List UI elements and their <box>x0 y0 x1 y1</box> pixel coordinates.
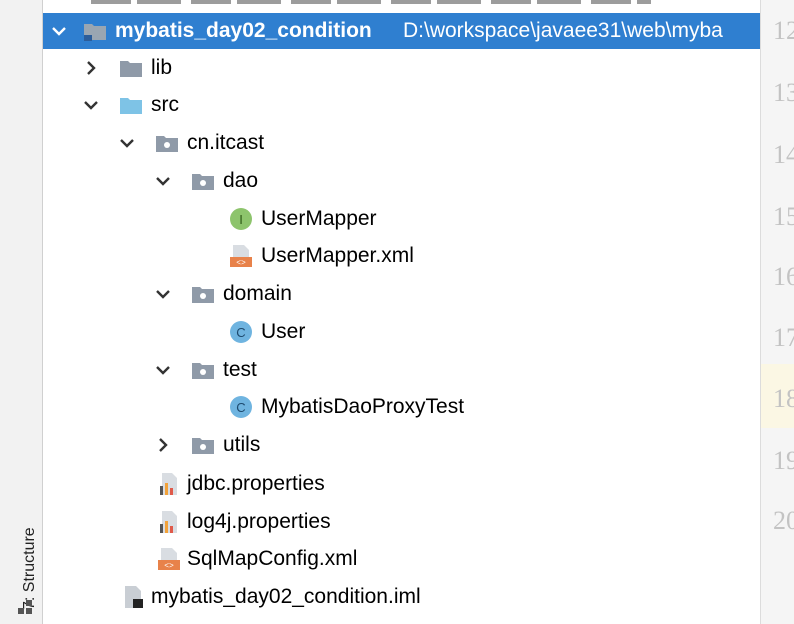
tree-row-domain[interactable]: domain <box>43 276 760 312</box>
project-folder-icon <box>84 24 106 41</box>
line-number: 16 <box>773 262 794 291</box>
tree-label-package: cn.itcast <box>187 131 265 154</box>
package-icon <box>192 174 214 190</box>
tree-label-user-mapper-xml: UserMapper.xml <box>261 244 414 267</box>
package-icon <box>192 363 214 379</box>
structure-icon[interactable] <box>18 600 32 614</box>
line-number: 17 <box>773 323 794 352</box>
module-file-icon <box>125 586 143 608</box>
svg-text:<>: <> <box>164 562 174 571</box>
interface-icon: I <box>230 208 252 230</box>
class-icon: C <box>230 321 252 343</box>
properties-file-icon <box>160 511 177 533</box>
project-tree: mybatis_day02_condition D:\workspace\jav… <box>43 0 760 624</box>
tree-row-user-mapper[interactable]: I UserMapper <box>43 201 760 237</box>
tree-row-dao[interactable]: dao <box>43 163 760 199</box>
tree-row-package-root[interactable]: cn.itcast <box>43 125 760 161</box>
tree-row-user[interactable]: C User <box>43 314 760 350</box>
tree-label-log4j-properties: log4j.properties <box>187 510 331 533</box>
project-path: D:\workspace\javaee31\web\myba <box>403 19 723 42</box>
line-number: 13 <box>773 78 794 107</box>
chevron-down-icon[interactable] <box>83 97 99 113</box>
svg-text:I: I <box>239 212 243 227</box>
tree-label-test: test <box>223 358 257 381</box>
line-number: 12 <box>773 16 794 45</box>
chevron-down-icon[interactable] <box>155 173 171 189</box>
chevron-right-icon[interactable] <box>83 60 99 76</box>
properties-file-icon <box>160 473 177 495</box>
tree-row-iml-file[interactable]: mybatis_day02_condition.iml <box>43 579 760 615</box>
chevron-down-icon[interactable] <box>155 286 171 302</box>
folder-icon <box>120 61 142 77</box>
editor-line-gutter: 12 13 14 15 16 17 18 19 20 <box>760 0 794 624</box>
tool-window-strip: 7: Structure <box>0 0 43 624</box>
tree-row-utils[interactable]: utils <box>43 427 760 463</box>
package-icon <box>192 287 214 303</box>
tree-label-lib: lib <box>151 56 173 79</box>
tree-row-src[interactable]: src <box>43 87 760 123</box>
tree-row-test[interactable]: test <box>43 352 760 388</box>
chevron-right-icon[interactable] <box>155 437 171 453</box>
chevron-down-icon[interactable] <box>51 23 67 39</box>
tree-label-test-class: MybatisDaoProxyTest <box>261 395 465 418</box>
tree-row-test-class[interactable]: C MybatisDaoProxyTest <box>43 389 760 425</box>
tree-label-utils: utils <box>223 433 261 456</box>
class-icon: C <box>230 396 252 418</box>
tree-label-dao: dao <box>223 169 259 192</box>
tree-row-jdbc-properties[interactable]: jdbc.properties <box>43 466 760 502</box>
svg-text:<>: <> <box>236 259 246 268</box>
tree-row-project[interactable]: mybatis_day02_condition D:\workspace\jav… <box>43 13 760 49</box>
line-number: 14 <box>773 140 794 169</box>
xml-file-icon: <> <box>230 245 252 268</box>
structure-tab-label: 7: Structure <box>21 527 38 610</box>
package-icon <box>156 136 178 152</box>
tree-label-domain: domain <box>223 282 292 305</box>
tree-label-user-mapper: UserMapper <box>261 207 377 230</box>
project-name: mybatis_day02_condition <box>115 19 372 42</box>
tree-label-iml-file: mybatis_day02_condition.iml <box>151 585 421 608</box>
chevron-down-icon[interactable] <box>155 362 171 378</box>
tree-row-lib[interactable]: lib <box>43 50 760 86</box>
line-number: 18 <box>773 384 794 413</box>
line-number: 15 <box>773 202 794 231</box>
line-number: 20 <box>773 506 794 535</box>
tree-label-user: User <box>261 320 306 343</box>
tree-label-sqlmap-config: SqlMapConfig.xml <box>187 547 358 570</box>
structure-tool-tab[interactable]: 7: Structure <box>9 488 38 614</box>
tree-label-src: src <box>151 93 179 116</box>
tree-label-jdbc-properties: jdbc.properties <box>187 472 325 495</box>
xml-file-icon: <> <box>158 548 180 571</box>
tree-row-log4j-properties[interactable]: log4j.properties <box>43 504 760 540</box>
tree-row-user-mapper-xml[interactable]: <> UserMapper.xml <box>43 238 760 274</box>
svg-text:C: C <box>236 400 245 415</box>
source-folder-icon <box>120 98 142 114</box>
tree-row-sqlmap-config[interactable]: <> SqlMapConfig.xml <box>43 541 760 577</box>
svg-text:C: C <box>236 325 245 340</box>
chevron-down-icon[interactable] <box>119 135 135 151</box>
cut-off-row <box>91 0 651 4</box>
package-icon <box>192 438 214 454</box>
line-number: 19 <box>773 446 794 475</box>
